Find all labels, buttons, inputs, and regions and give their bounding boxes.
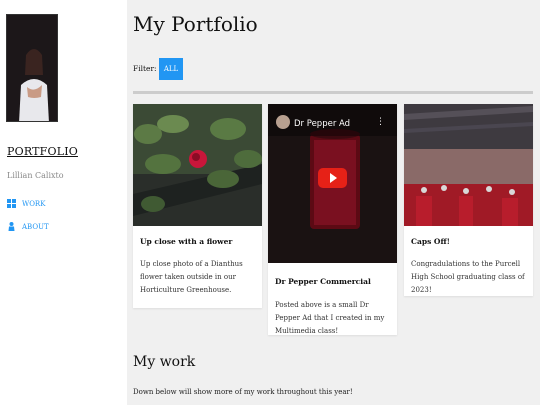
video-title[interactable]: Dr Pepper Ad bbox=[294, 119, 350, 129]
grid-icon bbox=[7, 199, 16, 208]
sidebar: PORTFOLIO Lillian Calixto WORK ABOUT bbox=[0, 0, 127, 405]
card-text: Up close photo of a Dianthus flower take… bbox=[140, 260, 243, 294]
filter-label: Filter: bbox=[133, 64, 157, 73]
card-title: Dr Pepper Commercial bbox=[275, 277, 371, 286]
nav-item-work-label: WORK bbox=[22, 199, 46, 208]
graduation-image bbox=[404, 104, 533, 226]
portfolio-card-graduation[interactable]: Caps Off! Congradulations to the Purcell… bbox=[404, 104, 533, 296]
card-title: Caps Off! bbox=[411, 237, 450, 246]
more-vert-icon[interactable]: ⋮ bbox=[376, 117, 385, 127]
card-text: Posted above is a small Dr Pepper Ad tha… bbox=[275, 301, 385, 335]
page-title: My Portfolio bbox=[133, 12, 258, 36]
flower-image bbox=[133, 104, 262, 226]
portfolio-card-dr-pepper[interactable]: Dr Pepper Ad ⋮ Dr Pepper Commercial Post… bbox=[268, 104, 397, 335]
profile-photo bbox=[6, 14, 58, 122]
nav-item-work[interactable]: WORK bbox=[7, 199, 45, 208]
youtube-video-embed[interactable]: Dr Pepper Ad ⋮ bbox=[268, 104, 397, 263]
divider bbox=[133, 91, 533, 94]
card-title: Up close with a flower bbox=[140, 237, 233, 246]
channel-avatar[interactable] bbox=[276, 115, 290, 129]
nav-item-about[interactable]: ABOUT bbox=[7, 222, 49, 231]
play-button-icon[interactable] bbox=[318, 168, 347, 188]
portfolio-card-flower[interactable]: Up close with a flower Up close photo of… bbox=[133, 104, 262, 308]
site-title[interactable]: PORTFOLIO bbox=[7, 145, 78, 158]
site-author: Lillian Calixto bbox=[7, 171, 64, 180]
main-content: My Portfolio Filter: ALL Up close with a… bbox=[127, 0, 540, 405]
person-icon bbox=[7, 222, 16, 231]
filter-all-button[interactable]: ALL bbox=[159, 58, 183, 80]
card-text: Congradulations to the Purcell High Scho… bbox=[411, 260, 525, 294]
section-title: My work bbox=[133, 354, 196, 370]
section-text: Down below will show more of my work thr… bbox=[133, 388, 353, 396]
nav-item-about-label: ABOUT bbox=[22, 222, 49, 231]
